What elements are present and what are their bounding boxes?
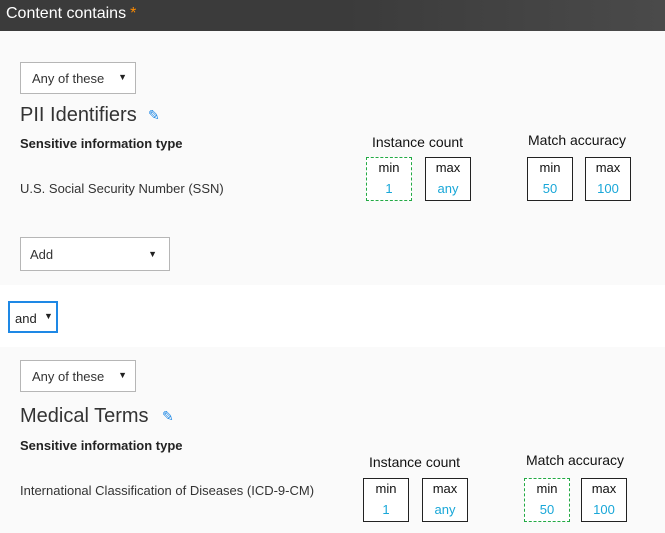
field-label: max (595, 160, 621, 175)
chevron-down-icon: ▼ (118, 370, 127, 380)
operator-value: and (15, 311, 37, 326)
group-title: Medical Terms (20, 405, 149, 427)
instance-min-field[interactable]: min 1 (366, 157, 412, 201)
accuracy-min-field[interactable]: min 50 (524, 478, 570, 522)
match-accuracy-label: Match accuracy (526, 452, 625, 468)
field-label: max (435, 160, 461, 175)
add-dropdown[interactable]: Add ▼ (20, 237, 170, 271)
group-title: PII Identifiers (20, 104, 137, 126)
field-value: 50 (539, 502, 555, 517)
field-label: min (375, 481, 397, 496)
match-accuracy-label: Match accuracy (528, 132, 627, 148)
field-value: 100 (593, 502, 615, 517)
field-value: 1 (382, 502, 390, 517)
field-value: 1 (385, 181, 393, 196)
instance-max-field[interactable]: max any (422, 478, 468, 522)
instance-max-field[interactable]: max any (425, 157, 471, 201)
field-value: any (434, 502, 456, 517)
match-mode-value: Any of these (32, 71, 105, 86)
instance-count-label: Instance count (369, 454, 461, 470)
chevron-down-icon: ▼ (44, 311, 53, 321)
edit-pencil-icon[interactable]: ✎ (162, 408, 174, 425)
match-mode-value: Any of these (32, 369, 105, 384)
required-mark: * (130, 5, 137, 22)
chevron-down-icon: ▼ (148, 249, 157, 259)
sensitive-type-name: U.S. Social Security Number (SSN) (20, 181, 224, 196)
column-header-type: Sensitive information type (20, 136, 183, 151)
field-label: min (536, 481, 558, 496)
column-header-type: Sensitive information type (20, 438, 183, 453)
field-label: max (432, 481, 458, 496)
accuracy-max-field[interactable]: max 100 (581, 478, 627, 522)
field-value: 100 (597, 181, 619, 196)
operator-panel (0, 285, 665, 347)
chevron-down-icon: ▼ (118, 72, 127, 82)
sensitive-type-name: International Classification of Diseases… (20, 483, 315, 498)
field-value: 50 (542, 181, 558, 196)
edit-pencil-icon[interactable]: ✎ (148, 107, 160, 124)
instance-count-label: Instance count (372, 134, 464, 150)
group-operator-dropdown[interactable]: and ▼ (8, 301, 58, 333)
field-label: min (378, 160, 400, 175)
match-mode-dropdown[interactable]: Any of these ▼ (20, 360, 136, 392)
section-header: Content contains * (0, 0, 665, 31)
add-label: Add (30, 247, 54, 262)
instance-min-field[interactable]: min 1 (363, 478, 409, 522)
accuracy-min-field[interactable]: min 50 (527, 157, 573, 201)
accuracy-max-field[interactable]: max 100 (585, 157, 631, 201)
field-value: any (437, 181, 459, 196)
field-label: min (539, 160, 561, 175)
match-mode-dropdown[interactable]: Any of these ▼ (20, 62, 136, 94)
section-title: Content contains * (6, 5, 137, 22)
field-label: max (591, 481, 617, 496)
